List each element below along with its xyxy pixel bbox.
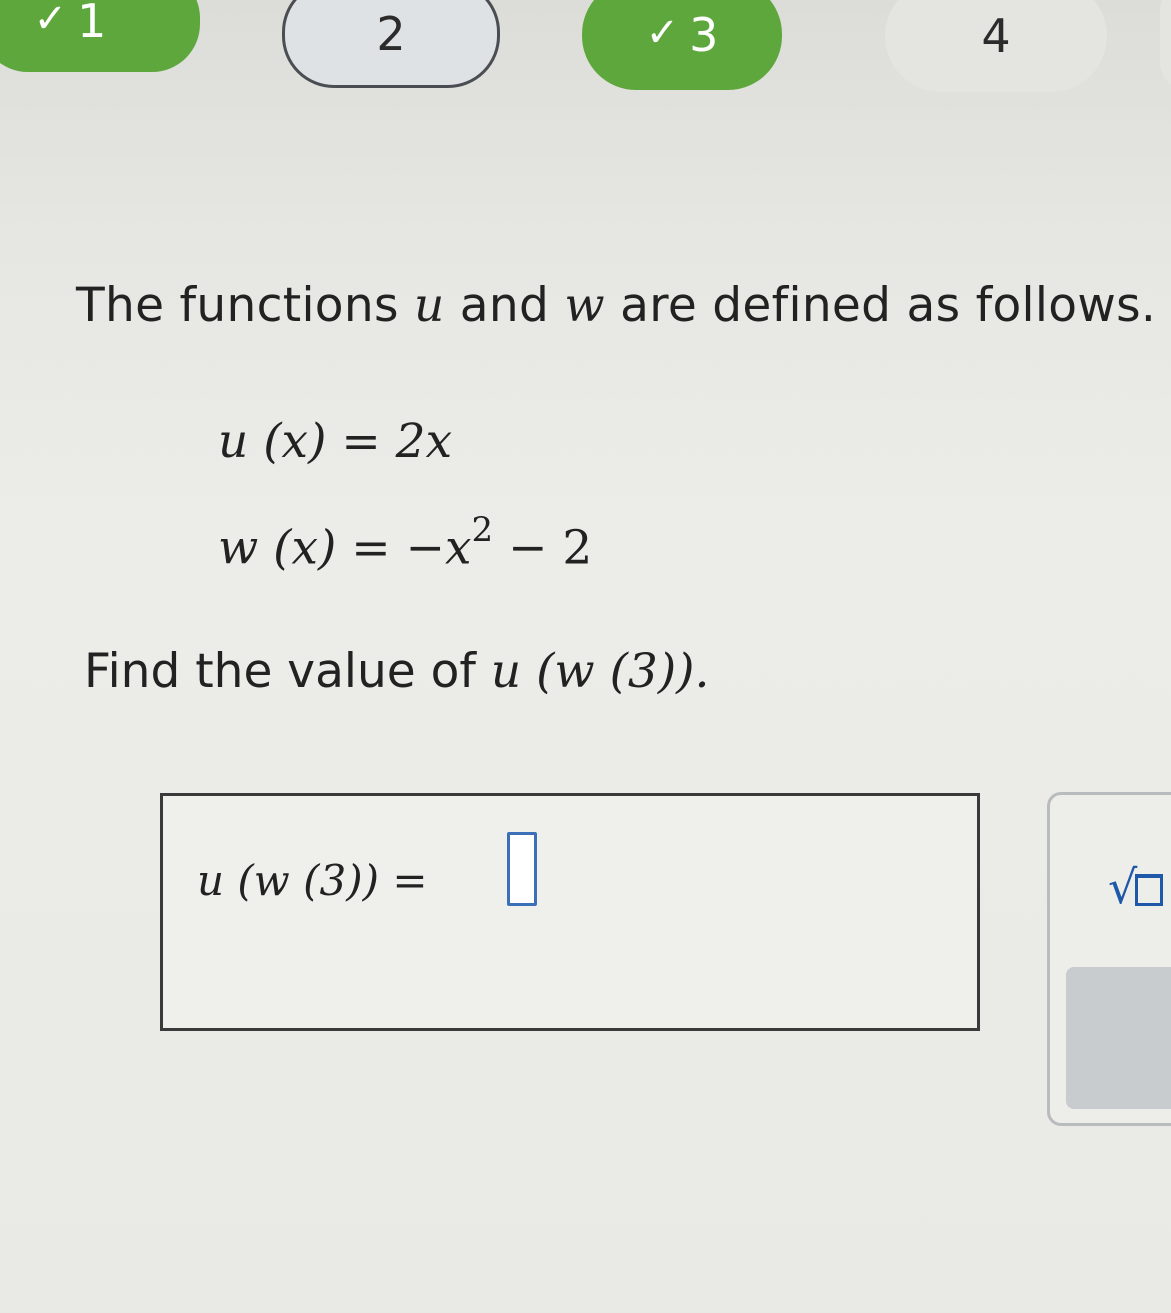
answer-expression: u (w (3)) = — [197, 856, 428, 905]
intro-suffix: are defined as follows. — [604, 278, 1157, 333]
u-def-rest: (x) = 2x — [248, 414, 453, 469]
question-prompt: Find the value of u (w (3)). — [84, 644, 709, 699]
function-u-var: u — [413, 278, 445, 333]
tool-panel-action-button[interactable] — [1066, 967, 1171, 1109]
checkmark-icon: ✓ — [33, 0, 68, 42]
function-w-var: w — [564, 278, 605, 333]
square-root-icon: √ — [1108, 860, 1138, 914]
w-def-tail: − 2 — [493, 520, 593, 576]
answer-input[interactable] — [507, 832, 537, 906]
step-5-button[interactable] — [1160, 0, 1171, 92]
step-1-label: 1 — [77, 0, 107, 48]
step-4-button[interactable]: 4 — [885, 0, 1107, 92]
w-def-lhs: w — [218, 520, 259, 576]
step-3-label: 3 — [689, 8, 719, 62]
prompt-expression: u (w (3)). — [490, 644, 710, 699]
function-u-definition: u (x) = 2x — [218, 414, 452, 469]
u-def-lhs: u — [218, 414, 249, 469]
function-w-definition: w (x) = −x2 − 2 — [218, 510, 593, 576]
step-2-label: 2 — [376, 7, 406, 61]
square-root-box-icon — [1135, 874, 1164, 906]
math-tool-panel: √ — [1047, 792, 1171, 1126]
square-root-button[interactable]: √ — [1108, 857, 1171, 917]
question-step-nav: ✓ 1 2 ✓ 3 4 — [0, 0, 1171, 140]
intro-and: and — [444, 278, 565, 333]
intro-prefix: The functions — [76, 278, 414, 333]
step-3-button[interactable]: ✓ 3 — [582, 0, 782, 90]
step-4-label: 4 — [981, 9, 1011, 63]
w-def-rest: (x) = −x — [258, 520, 472, 576]
prompt-prefix: Find the value of — [84, 644, 491, 699]
question-intro: The functions u and w are defined as fol… — [76, 278, 1156, 333]
answer-box: u (w (3)) = — [160, 793, 980, 1031]
step-2-button[interactable]: 2 — [282, 0, 500, 88]
checkmark-icon: ✓ — [645, 10, 680, 56]
step-1-button[interactable]: ✓ 1 — [0, 0, 200, 72]
w-def-exponent: 2 — [471, 510, 494, 550]
